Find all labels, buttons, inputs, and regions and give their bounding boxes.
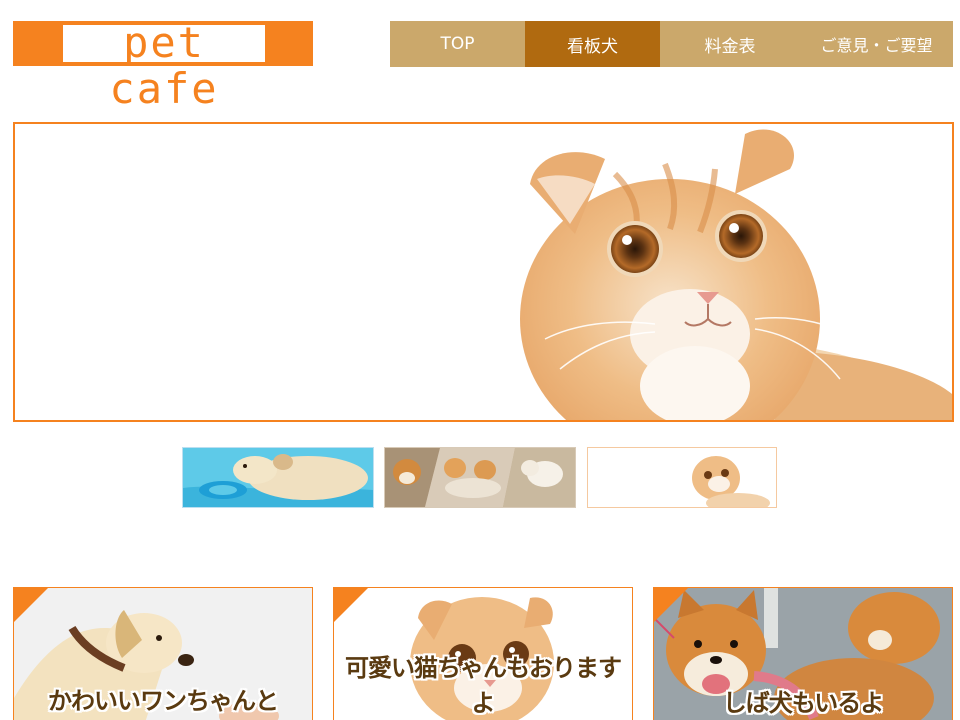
site-logo[interactable]: pet cafe — [13, 20, 313, 112]
nav-item-top[interactable]: TOP — [390, 21, 525, 67]
slide-thumbnail-1[interactable] — [182, 447, 374, 508]
card-corner-accent — [654, 588, 688, 622]
kitten-thumbnail-image — [588, 448, 776, 507]
card-dogs[interactable]: かわいいワンちゃんと — [13, 587, 313, 720]
logo-panel: pet cafe — [62, 20, 266, 112]
slide-thumbnail-3[interactable] — [587, 447, 777, 508]
card-shiba[interactable]: しば犬もいるよ — [653, 587, 953, 720]
nav-item-signboard-dog[interactable]: 看板犬 — [525, 21, 660, 67]
card-corner-accent — [14, 588, 48, 622]
hero-kitten-image — [15, 124, 952, 420]
dogs-collage-image — [385, 448, 575, 507]
nav-item-feedback[interactable]: ご意見・ご要望 — [800, 21, 953, 67]
card-caption: 可愛い猫ちゃんもおりますよ — [345, 654, 622, 717]
slide-thumbnail-2[interactable] — [384, 447, 576, 508]
labrador-frisbee-image — [183, 448, 373, 507]
main-nav: TOP 看板犬 料金表 ご意見・ご要望 — [390, 21, 953, 67]
card-caption: しば犬もいるよ — [722, 689, 885, 717]
hero-slideshow[interactable] — [13, 122, 954, 422]
card-corner-accent — [334, 588, 368, 622]
card-cats[interactable]: 可愛い猫ちゃんもおりますよ — [333, 587, 633, 720]
nav-item-price-list[interactable]: 料金表 — [660, 21, 800, 67]
logo-text: pet cafe — [109, 18, 219, 113]
card-caption: かわいいワンちゃんと — [48, 687, 279, 715]
